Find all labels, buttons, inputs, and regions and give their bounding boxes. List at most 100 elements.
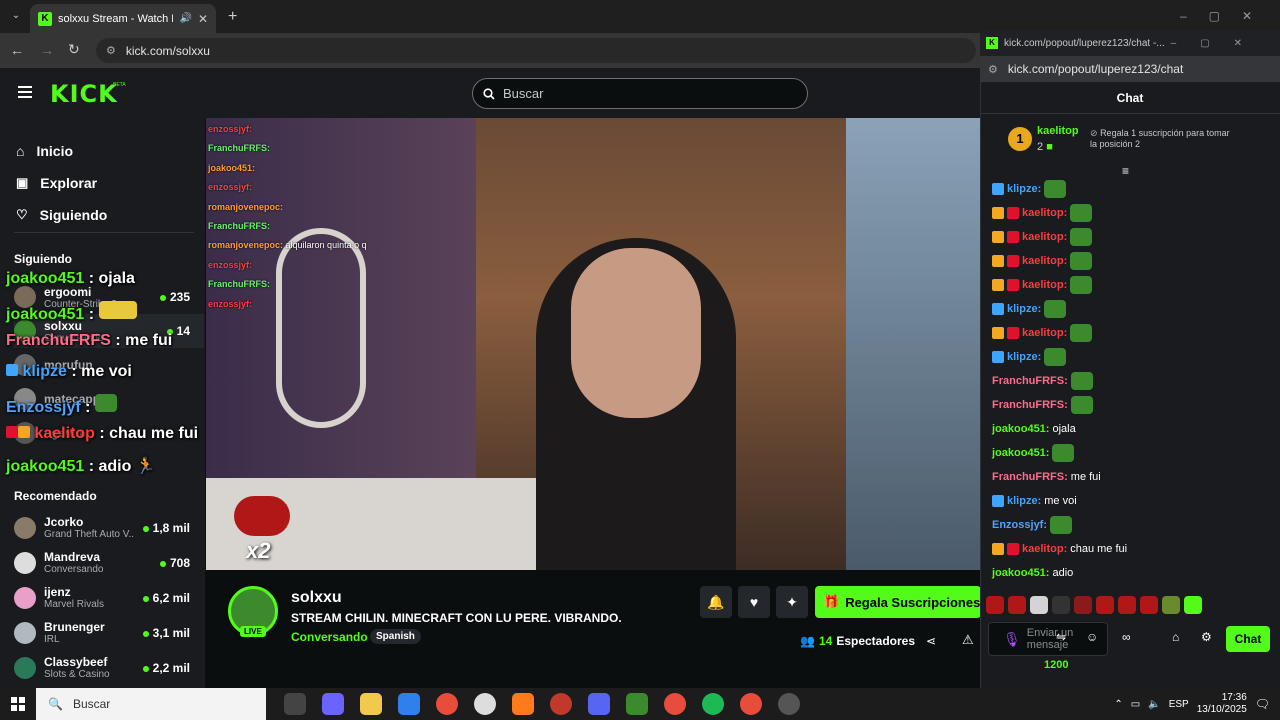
kick-logo[interactable]: KICK	[50, 80, 118, 108]
sparkle-button[interactable]: ✦	[776, 586, 808, 618]
hamburger-menu-icon[interactable]	[18, 86, 32, 98]
language-indicator[interactable]: ESP	[1169, 699, 1189, 710]
forward-arrow-icon[interactable]: →	[40, 42, 54, 58]
new-tab-button[interactable]: +	[228, 8, 237, 26]
app-icon[interactable]	[512, 693, 534, 715]
stream-category[interactable]: Conversando	[291, 630, 368, 644]
devil-emote-icon[interactable]	[986, 596, 1004, 614]
store-icon[interactable]: ⌂	[1172, 630, 1179, 644]
nav-item-explorar[interactable]: ▣ Explorar	[16, 167, 196, 199]
search-input[interactable]: Buscar	[472, 78, 808, 109]
recommended-channel[interactable]: ijenz Marvel Rivals 6,2 mil	[14, 580, 204, 615]
chrome-icon[interactable]	[436, 693, 458, 715]
chat-username[interactable]: kaelitop:	[1022, 327, 1067, 339]
nav-item-siguiendo[interactable]: ♡ Siguiendo	[16, 199, 196, 231]
chat-badge-icon	[992, 255, 1004, 267]
devil-emote-icon[interactable]	[1096, 596, 1114, 614]
chat-username[interactable]: joakoo451:	[992, 567, 1049, 579]
chat-username[interactable]: FranchuFRFS:	[992, 399, 1068, 411]
emote-icon[interactable]	[1162, 596, 1180, 614]
chat-username[interactable]: kaelitop:	[1022, 255, 1067, 267]
chat-username[interactable]: klipze:	[1007, 495, 1041, 507]
notifications-icon[interactable]: 🗨	[1255, 697, 1270, 711]
chat-username[interactable]: klipze:	[1007, 351, 1041, 363]
report-icon[interactable]: ⚠	[962, 632, 974, 648]
emote-icon	[1070, 372, 1093, 390]
chrome-icon[interactable]	[664, 693, 686, 715]
notification-bell-button[interactable]: 🔔	[700, 586, 732, 618]
settings-gear-icon[interactable]: ⚙	[1201, 630, 1212, 644]
chrome-icon[interactable]	[740, 693, 762, 715]
send-chat-button[interactable]: Chat	[1226, 626, 1270, 652]
chat-username[interactable]: kaelitop:	[1022, 543, 1067, 555]
task-view-icon[interactable]	[284, 693, 306, 715]
url-field[interactable]: ⚙ kick.com/solxxu	[96, 38, 976, 63]
recommended-channel[interactable]: Jcorko Grand Theft Auto V... 1,8 mil	[14, 510, 204, 545]
file-explorer-icon[interactable]	[360, 693, 382, 715]
pokeball-icon[interactable]	[550, 693, 572, 715]
devil-emote-icon[interactable]	[1140, 596, 1158, 614]
emote-icon	[1050, 516, 1073, 534]
chat-username[interactable]: joakoo451:	[992, 423, 1049, 435]
tray-chevron-icon[interactable]: ⌃	[1114, 699, 1122, 710]
chat-username[interactable]: klipze:	[1007, 303, 1041, 315]
clock[interactable]: 17:36 13/10/2025	[1197, 692, 1247, 716]
taskbar-apps	[276, 693, 808, 715]
video-player[interactable]: enzossjyf: FranchuFRFS: joakoo451: enzos…	[206, 118, 981, 570]
emote-icon[interactable]	[1184, 596, 1202, 614]
gift-subs-button[interactable]: 🎁 Regala Suscripciones	[815, 586, 981, 618]
chat-username[interactable]: kaelitop:	[1022, 207, 1067, 219]
browser-tab[interactable]: K solxxu Stream - Watch Live 🔊 ✕	[30, 4, 216, 33]
chat-message: FranchuFRFS: me fui	[992, 465, 1262, 489]
chat-username[interactable]: joakoo451:	[992, 447, 1049, 459]
channel-category: IRL	[44, 634, 60, 645]
app-icon[interactable]	[474, 693, 496, 715]
translate-icon[interactable]: ⇋	[1056, 630, 1066, 644]
speaker-icon[interactable]: 🔊	[179, 13, 191, 24]
nav-item-inicio[interactable]: ⌂ Inicio	[16, 135, 196, 167]
mic-icon[interactable]: 🎙	[1003, 631, 1021, 648]
language-tag[interactable]: Spanish	[370, 629, 421, 644]
back-arrow-icon[interactable]: ←	[10, 42, 24, 58]
emoji-icon[interactable]: ☺	[1086, 630, 1098, 644]
minecraft-icon[interactable]	[626, 693, 648, 715]
share-icon[interactable]: ⋖	[926, 634, 936, 648]
obs-icon[interactable]	[778, 693, 800, 715]
tab-list-chevron-icon[interactable]: ⌄	[8, 8, 24, 24]
taskbar-search[interactable]: 🔍 Buscar	[36, 688, 266, 720]
copilot-icon[interactable]	[322, 693, 344, 715]
chat-username[interactable]: FranchuFRFS:	[992, 375, 1068, 387]
network-icon[interactable]: ▭	[1131, 699, 1140, 710]
recommended-channel[interactable]: Mandreva Conversando 708	[14, 545, 204, 580]
streamer-name[interactable]: solxxu	[291, 589, 342, 607]
reload-icon[interactable]: ↻	[68, 41, 80, 58]
emote-icon[interactable]	[1030, 596, 1048, 614]
chat-username[interactable]: Enzossjyf:	[992, 519, 1047, 531]
site-settings-icon[interactable]: ⚙	[106, 44, 116, 57]
popup-url-bar[interactable]: ⚙ kick.com/popout/luperez123/chat	[980, 56, 1280, 82]
popup-window-controls[interactable]: –▢✕	[1171, 38, 1266, 49]
spotify-icon[interactable]	[702, 693, 724, 715]
search-icon: 🔍	[48, 697, 63, 711]
devil-emote-icon[interactable]	[1118, 596, 1136, 614]
emote-icon[interactable]	[1074, 596, 1092, 614]
discord-icon[interactable]	[588, 693, 610, 715]
chat-filter-icon[interactable]: ≡	[1122, 164, 1129, 178]
chat-username[interactable]: klipze:	[1007, 183, 1041, 195]
chat-username[interactable]: kaelitop:	[1022, 279, 1067, 291]
devil-emote-icon[interactable]	[1008, 596, 1026, 614]
follow-heart-button[interactable]: ♥	[738, 586, 770, 618]
volume-icon[interactable]: 🔈	[1148, 699, 1160, 710]
emote-icon[interactable]	[1052, 596, 1070, 614]
chat-username[interactable]: FranchuFRFS:	[992, 471, 1068, 483]
windows-start-icon[interactable]	[0, 688, 36, 720]
tab-close-icon[interactable]: ✕	[198, 12, 208, 26]
leader-name[interactable]: kaelitop	[1037, 125, 1079, 137]
site-settings-icon[interactable]: ⚙	[988, 63, 998, 76]
recommended-channel[interactable]: Brunenger IRL 3,1 mil	[14, 615, 204, 650]
store-icon[interactable]	[398, 693, 420, 715]
recommended-channel[interactable]: Classybeef Slots & Casino 2,2 mil	[14, 650, 204, 685]
chat-username[interactable]: kaelitop:	[1022, 231, 1067, 243]
infinity-icon[interactable]: ∞	[1122, 630, 1131, 644]
window-controls[interactable]: –▢✕	[1180, 9, 1274, 23]
